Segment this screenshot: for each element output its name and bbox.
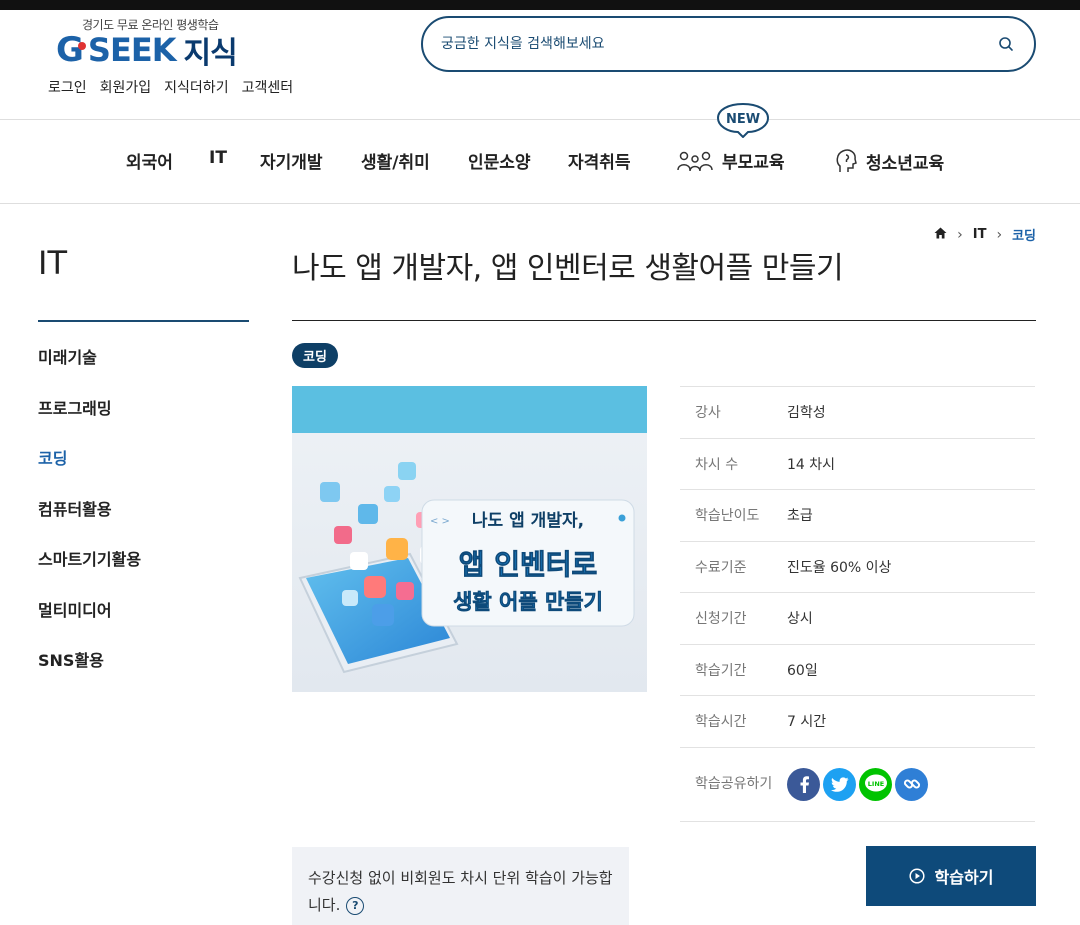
info-value: 7 시간 xyxy=(787,714,827,731)
knowledge-plus-link[interactable]: 지식더하기 xyxy=(164,77,228,97)
nav-item-humanities[interactable]: 인문소양 xyxy=(468,148,531,173)
sidebar-menu: 미래기술 프로그래밍 코딩 컴퓨터활용 스마트기기활용 멀티미디어 SNS활용 xyxy=(38,344,141,698)
info-row-instructor: 강사 김학성 xyxy=(680,386,1035,438)
nav-item-self-development[interactable]: 자기개발 xyxy=(260,148,323,173)
nav-label: 외국어 xyxy=(126,153,173,173)
sidebar-item-computer[interactable]: 컴퓨터활용 xyxy=(38,496,141,547)
customer-center-link[interactable]: 고객센터 xyxy=(242,77,294,97)
sidebar-item-future-tech[interactable]: 미래기술 xyxy=(38,344,141,395)
nav-label: 인문소양 xyxy=(468,153,531,173)
nav-item-foreign-language[interactable]: 외국어 xyxy=(126,148,173,173)
search-icon[interactable] xyxy=(996,34,1016,54)
nav-item-youth-education[interactable]: 청소년교육 xyxy=(834,148,944,174)
info-row-study-time: 학습시간 7 시간 xyxy=(680,695,1035,747)
youth-head-icon xyxy=(836,149,857,172)
logo-g: G xyxy=(56,30,84,70)
info-row-share: 학습공유하기 LINE xyxy=(680,746,1035,822)
sidebar-item-programming[interactable]: 프로그래밍 xyxy=(38,395,141,446)
non-member-notice: 수강신청 없이 비회원도 차시 단위 학습이 가능합니다.? xyxy=(292,847,629,925)
info-row-study-period: 학습기간 60일 xyxy=(680,643,1035,696)
new-badge: NEW xyxy=(716,102,770,138)
nav-label: 부모교육 xyxy=(722,153,785,173)
info-value: 상시 xyxy=(787,611,813,628)
line-icon-text: LINE xyxy=(867,780,883,788)
nav-item-certification[interactable]: 자격취득 xyxy=(568,148,631,173)
info-key: 차시 수 xyxy=(695,456,739,473)
info-value: 진도율 60% 이상 xyxy=(787,559,892,576)
info-row-application-period: 신청기간 상시 xyxy=(680,592,1035,644)
logo-dot xyxy=(77,42,86,50)
sidebar-divider xyxy=(38,320,249,322)
nav-divider-top xyxy=(0,119,1080,120)
search-bar xyxy=(421,16,1036,72)
start-study-label: 학습하기 xyxy=(934,868,994,887)
thumb-code-symbol: < > xyxy=(430,516,450,527)
sidebar-item-smart-device[interactable]: 스마트기기활용 xyxy=(38,546,141,597)
sidebar-item-coding[interactable]: 코딩 xyxy=(38,445,141,496)
info-row-completion: 수료기준 진도율 60% 이상 xyxy=(680,540,1035,593)
breadcrumb: › IT › 코딩 xyxy=(934,225,1036,244)
nav-label: IT xyxy=(209,148,227,168)
line-icon[interactable]: LINE xyxy=(859,767,892,801)
family-icon xyxy=(677,151,713,171)
title-divider xyxy=(292,320,1036,321)
nav-item-it[interactable]: IT xyxy=(209,148,227,168)
nav-divider-bottom xyxy=(0,203,1080,204)
link-icon[interactable] xyxy=(895,767,928,801)
home-icon[interactable] xyxy=(934,227,947,243)
info-key: 강사 xyxy=(695,405,721,422)
info-key: 학습시간 xyxy=(695,714,747,731)
share-buttons: LINE xyxy=(787,767,928,801)
search-input[interactable] xyxy=(441,36,996,52)
nav-item-parent-education[interactable]: 부모교육 xyxy=(676,148,785,173)
chevron-right-icon: › xyxy=(996,226,1003,243)
breadcrumb-current: 코딩 xyxy=(1012,229,1036,244)
new-badge-text: NEW xyxy=(726,112,760,127)
help-icon[interactable]: ? xyxy=(346,896,365,915)
gseek-logo[interactable]: G SEEK 지식 xyxy=(56,30,238,71)
sidebar-item-multimedia[interactable]: 멀티미디어 xyxy=(38,597,141,648)
category-tag: 코딩 xyxy=(292,343,338,368)
info-value: 14 차시 xyxy=(787,456,836,473)
signup-link[interactable]: 회원가입 xyxy=(100,77,152,97)
facebook-icon[interactable] xyxy=(787,767,820,801)
info-value: 60일 xyxy=(787,662,818,679)
info-value: 초급 xyxy=(787,508,813,525)
play-circle-icon xyxy=(908,868,925,884)
nav-label: 청소년교육 xyxy=(866,153,945,174)
status-bar xyxy=(0,0,1080,10)
thumb-line-2: 앱 인벤터로 xyxy=(459,548,598,581)
course-thumbnail: < > 나도 앱 개발자, 앱 인벤터로 생활 어플 만들기 xyxy=(292,386,647,692)
utility-links: 로그인 회원가입 지식더하기 고객센터 xyxy=(48,77,293,97)
nav-item-life-hobby[interactable]: 생활/취미 xyxy=(361,148,430,173)
login-link[interactable]: 로그인 xyxy=(48,77,87,97)
start-study-button[interactable]: 학습하기 xyxy=(866,846,1036,906)
chevron-right-icon: › xyxy=(957,226,963,243)
course-info-table: 강사 김학성 차시 수 14 차시 학습난이도 초급 수료기준 진도율 60% … xyxy=(680,386,1035,822)
nav-label: 자격취득 xyxy=(568,153,631,173)
thumbnail-illustration: < > 나도 앱 개발자, 앱 인벤터로 생활 어플 만들기 xyxy=(292,386,647,692)
sidebar-item-sns[interactable]: SNS활용 xyxy=(38,647,141,698)
info-key: 학습난이도 xyxy=(695,508,760,525)
share-label: 학습공유하기 xyxy=(695,776,773,792)
info-row-sessions: 차시 수 14 차시 xyxy=(680,437,1035,490)
info-value: 김학성 xyxy=(787,405,826,422)
breadcrumb-it[interactable]: IT xyxy=(973,227,987,242)
thumb-line-3: 생활 어플 만들기 xyxy=(453,590,603,614)
info-key: 신청기간 xyxy=(695,611,747,628)
thumb-line-1: 나도 앱 개발자, xyxy=(472,510,584,531)
info-key: 수료기준 xyxy=(695,559,747,576)
nav-label: 자기개발 xyxy=(260,153,323,173)
nav-label: 생활/취미 xyxy=(361,153,430,173)
info-key: 학습기간 xyxy=(695,662,747,679)
info-row-difficulty: 학습난이도 초급 xyxy=(680,489,1035,541)
twitter-icon[interactable] xyxy=(823,767,856,801)
logo-jisik: 지식 xyxy=(183,36,237,71)
main-nav: 외국어 IT 자기개발 생활/취미 인문소양 자격취득 부모교육 청소년교육 xyxy=(0,148,1080,176)
logo-seek: SEEK xyxy=(87,31,177,69)
sidebar-title: IT xyxy=(38,244,67,282)
page-title: 나도 앱 개발자, 앱 인벤터로 생활어플 만들기 xyxy=(292,251,844,286)
